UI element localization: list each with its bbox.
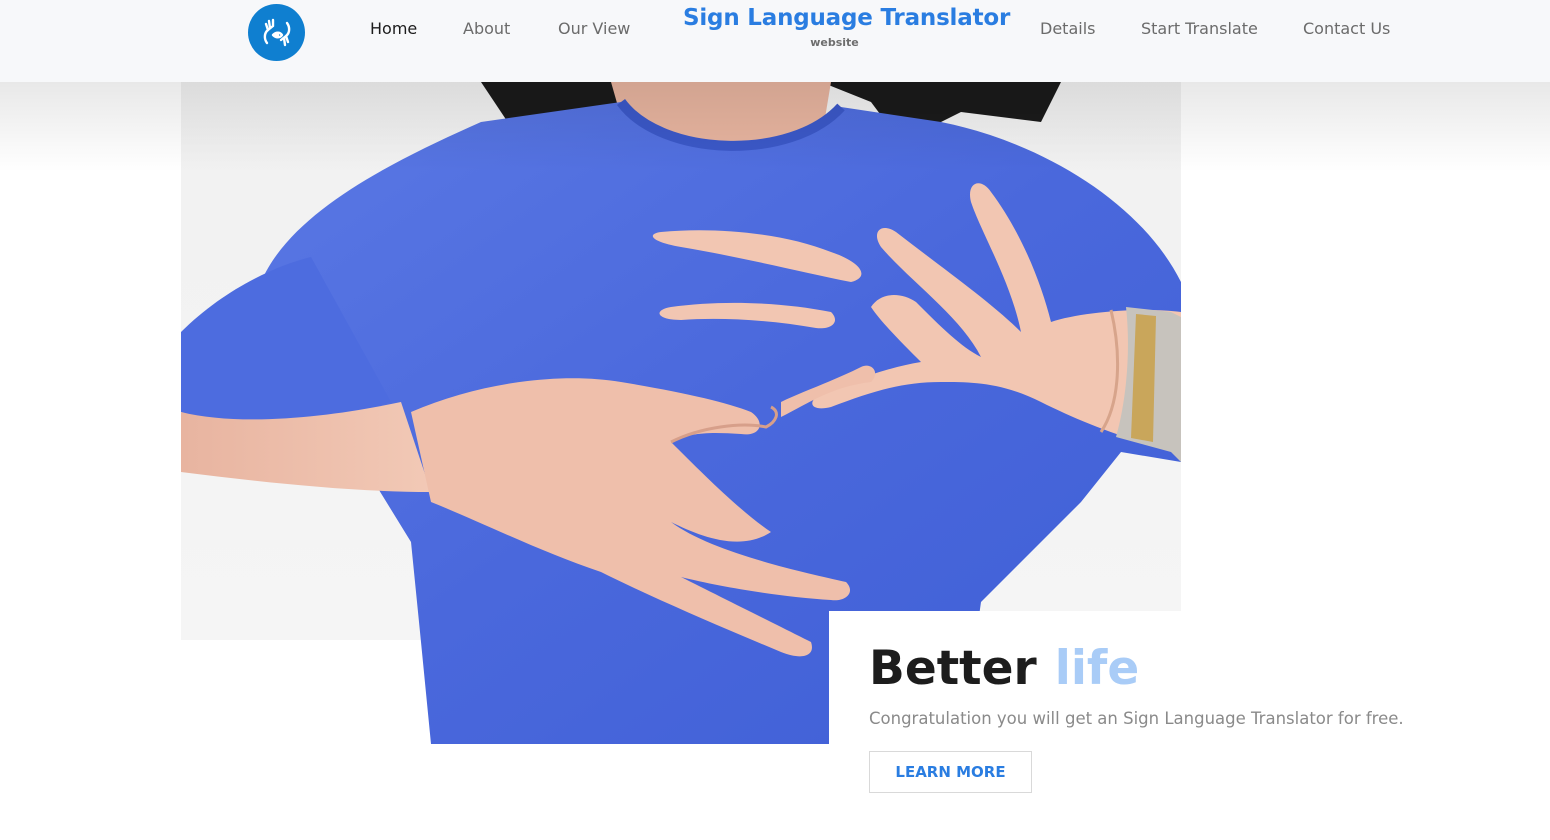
site-title[interactable]: Sign Language Translator bbox=[683, 5, 1010, 31]
logo[interactable] bbox=[248, 4, 305, 61]
navbar-shadow bbox=[0, 82, 1550, 172]
site-subtitle: website bbox=[810, 36, 859, 49]
nav-contact-us[interactable]: Contact Us bbox=[1303, 19, 1390, 43]
hero-headline: Better life bbox=[869, 640, 1139, 698]
headline-word-better: Better bbox=[869, 641, 1037, 696]
nav-our-view[interactable]: Our View bbox=[558, 19, 630, 43]
nav-home[interactable]: Home bbox=[370, 19, 417, 43]
navbar: Home About Our View Sign Language Transl… bbox=[0, 0, 1550, 82]
hero-tagline: Congratulation you will get an Sign Lang… bbox=[869, 709, 1404, 728]
sign-language-hands-icon bbox=[263, 18, 290, 46]
nav-details[interactable]: Details bbox=[1040, 19, 1095, 43]
headline-word-life: life bbox=[1054, 641, 1140, 696]
nav-about[interactable]: About bbox=[463, 19, 510, 43]
nav-start-translate[interactable]: Start Translate bbox=[1141, 19, 1258, 43]
learn-more-button[interactable]: LEARN MORE bbox=[869, 751, 1032, 793]
